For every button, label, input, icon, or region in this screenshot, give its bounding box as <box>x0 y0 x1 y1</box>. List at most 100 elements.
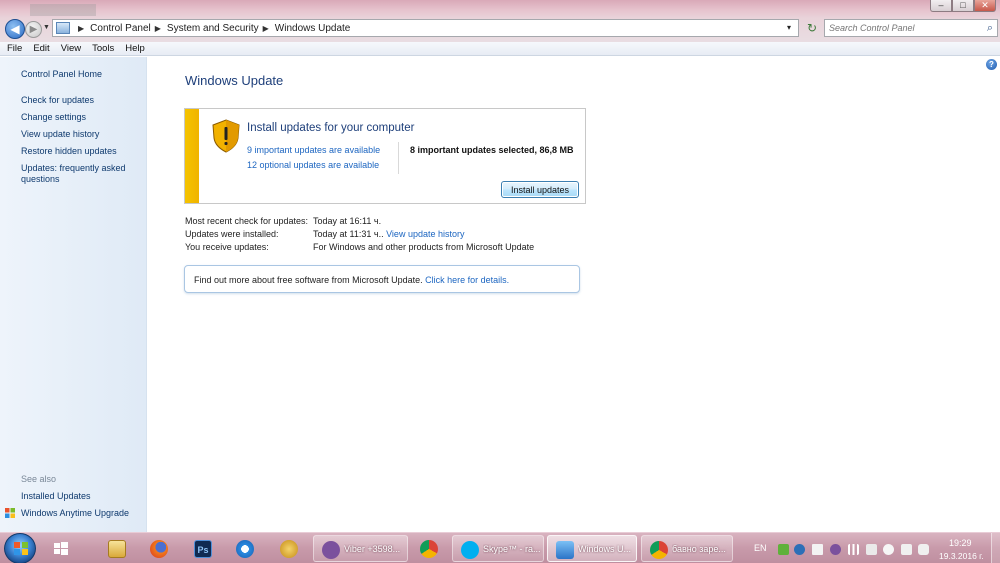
see-also-heading: See also <box>21 474 57 484</box>
tray-viber-icon[interactable] <box>830 544 841 555</box>
warning-shield-icon <box>212 119 240 153</box>
taskbar-windows-update[interactable]: Windows U... <box>547 535 637 562</box>
microsoft-update-info-text: Find out more about free software from M… <box>194 275 423 285</box>
address-dropdown-button[interactable]: ▾ <box>787 23 791 32</box>
start-button[interactable] <box>4 533 36 563</box>
tray-battery-icon[interactable] <box>918 544 929 555</box>
install-updates-button[interactable]: Install updates <box>501 181 579 198</box>
taskbar-game-app[interactable] <box>272 535 308 562</box>
breadcrumb-system-security[interactable]: System and Security <box>167 23 259 34</box>
microsoft-update-info-row: Find out more about free software from M… <box>194 275 509 285</box>
sidebar-installed-updates[interactable]: Installed Updates <box>21 491 136 502</box>
internet-explorer-icon <box>236 540 254 558</box>
tray-volume-icon[interactable] <box>812 544 823 555</box>
warning-stripe <box>185 109 199 203</box>
tray-flag-icon[interactable] <box>901 544 912 555</box>
tray-network-icon[interactable] <box>866 544 877 555</box>
taskbar-skype-label: Skype™ - ra... <box>483 544 541 554</box>
taskbar-chrome-label: бавно заре... <box>672 544 726 554</box>
sidebar-updates-faq[interactable]: Updates: frequently asked questions <box>21 163 136 185</box>
search-box[interactable]: ⌕ <box>824 19 998 37</box>
taskbar-internet-explorer[interactable] <box>228 535 264 562</box>
selected-updates-summary: 8 important updates selected, 86,8 MB <box>410 145 574 155</box>
installed-value-row: Today at 11:31 ч.. View update history <box>313 229 464 239</box>
search-icon[interactable]: ⌕ <box>987 22 993 35</box>
menu-help[interactable]: Help <box>125 43 145 54</box>
taskbar-skype[interactable]: Skype™ - ra... <box>452 535 544 562</box>
installed-value: Today at 11:31 ч.. <box>313 229 384 239</box>
windows-flag-icon <box>54 542 68 555</box>
taskbar-photoshop[interactable]: Ps <box>186 535 222 562</box>
recent-pages-button[interactable]: ▼ <box>43 24 50 31</box>
taskbar-explorer[interactable] <box>100 535 136 562</box>
important-updates-link[interactable]: 9 important updates are available <box>247 145 380 155</box>
search-input[interactable] <box>825 20 975 36</box>
refresh-button[interactable]: ↻ <box>802 19 822 37</box>
receive-updates-value: For Windows and other products from Micr… <box>313 242 535 252</box>
chrome-icon <box>650 541 668 559</box>
chrome-icon <box>420 540 438 558</box>
optional-updates-link[interactable]: 12 optional updates are available <box>247 160 379 170</box>
click-here-for-details-link[interactable]: Click here for details. <box>425 275 509 285</box>
tray-shield-icon[interactable] <box>794 544 805 555</box>
control-panel-icon <box>56 22 70 34</box>
update-heading: Install updates for your computer <box>247 122 415 134</box>
close-button[interactable]: ✕ <box>974 0 996 12</box>
folder-icon <box>108 540 126 558</box>
menu-file[interactable]: File <box>7 43 22 54</box>
clock-time[interactable]: 19:29 <box>949 538 972 548</box>
viber-icon <box>322 541 340 559</box>
minimize-button[interactable]: – <box>930 0 952 12</box>
sidebar-view-update-history[interactable]: View update history <box>21 129 136 140</box>
menu-view[interactable]: View <box>61 43 81 54</box>
taskbar-viber[interactable]: Viber +3598... <box>313 535 408 562</box>
help-icon[interactable]: ? <box>986 59 997 70</box>
taskbar: Ps Viber +3598... Skype™ - ra... Windows… <box>0 532 1000 563</box>
taskbar-windows-update-label: Windows U... <box>578 544 632 554</box>
sidebar-windows-anytime-upgrade[interactable]: Windows Anytime Upgrade <box>21 508 136 519</box>
windows-update-icon <box>556 541 574 559</box>
back-button[interactable]: ◀ <box>5 19 25 39</box>
maximize-button[interactable]: □ <box>952 0 974 12</box>
language-indicator[interactable]: EN <box>754 543 767 553</box>
breadcrumb-control-panel[interactable]: Control Panel <box>90 23 151 34</box>
sidebar-restore-hidden-updates[interactable]: Restore hidden updates <box>21 146 136 157</box>
tray-wireless-icon[interactable] <box>883 544 894 555</box>
sidebar-control-panel-home[interactable]: Control Panel Home <box>21 69 136 80</box>
photoshop-icon: Ps <box>194 540 212 558</box>
title-bar: – □ ✕ ◀ ▶ ▼ ▶ Control Panel ▶ System and… <box>0 0 1000 42</box>
taskbar-windows-icon-app[interactable] <box>44 535 80 562</box>
tray-green-icon[interactable] <box>778 544 789 555</box>
breadcrumb-separator[interactable]: ▶ <box>78 24 84 33</box>
breadcrumb-windows-update[interactable]: Windows Update <box>275 23 351 34</box>
breadcrumb-separator[interactable]: ▶ <box>263 24 269 33</box>
taskbar-viber-label: Viber +3598... <box>344 544 401 554</box>
menu-tools[interactable]: Tools <box>92 43 114 54</box>
title-bar-ghost <box>30 4 140 16</box>
show-desktop-button[interactable] <box>991 533 1000 563</box>
page-title: Windows Update <box>185 73 284 88</box>
sidebar: Control Panel Home Check for updates Cha… <box>0 57 147 532</box>
firefox-icon <box>150 540 168 558</box>
recent-check-value: Today at 16:11 ч. <box>313 216 382 226</box>
menu-edit[interactable]: Edit <box>33 43 49 54</box>
microsoft-update-info-box: Find out more about free software from M… <box>184 265 580 293</box>
clock-date[interactable]: 19.3.2016 г. <box>939 551 984 561</box>
forward-button[interactable]: ▶ <box>25 21 42 38</box>
sidebar-check-for-updates[interactable]: Check for updates <box>21 95 136 106</box>
panel-divider <box>398 142 399 174</box>
breadcrumb-separator[interactable]: ▶ <box>155 24 161 33</box>
taskbar-chrome-window[interactable]: бавно заре... <box>641 535 733 562</box>
tray-signal-icon[interactable] <box>848 544 859 555</box>
taskbar-firefox[interactable] <box>142 535 178 562</box>
taskbar-chrome[interactable] <box>412 535 448 562</box>
recent-check-label: Most recent check for updates: <box>185 216 309 226</box>
address-bar[interactable]: ▶ Control Panel ▶ System and Security ▶ … <box>52 19 799 37</box>
view-update-history-link[interactable]: View update history <box>386 229 464 239</box>
receive-updates-label: You receive updates: <box>185 242 269 252</box>
windows-logo-icon <box>14 542 28 555</box>
sidebar-change-settings[interactable]: Change settings <box>21 112 136 123</box>
game-app-icon <box>280 540 298 558</box>
skype-icon <box>461 541 479 559</box>
menu-bar: File Edit View Tools Help <box>0 42 1000 56</box>
